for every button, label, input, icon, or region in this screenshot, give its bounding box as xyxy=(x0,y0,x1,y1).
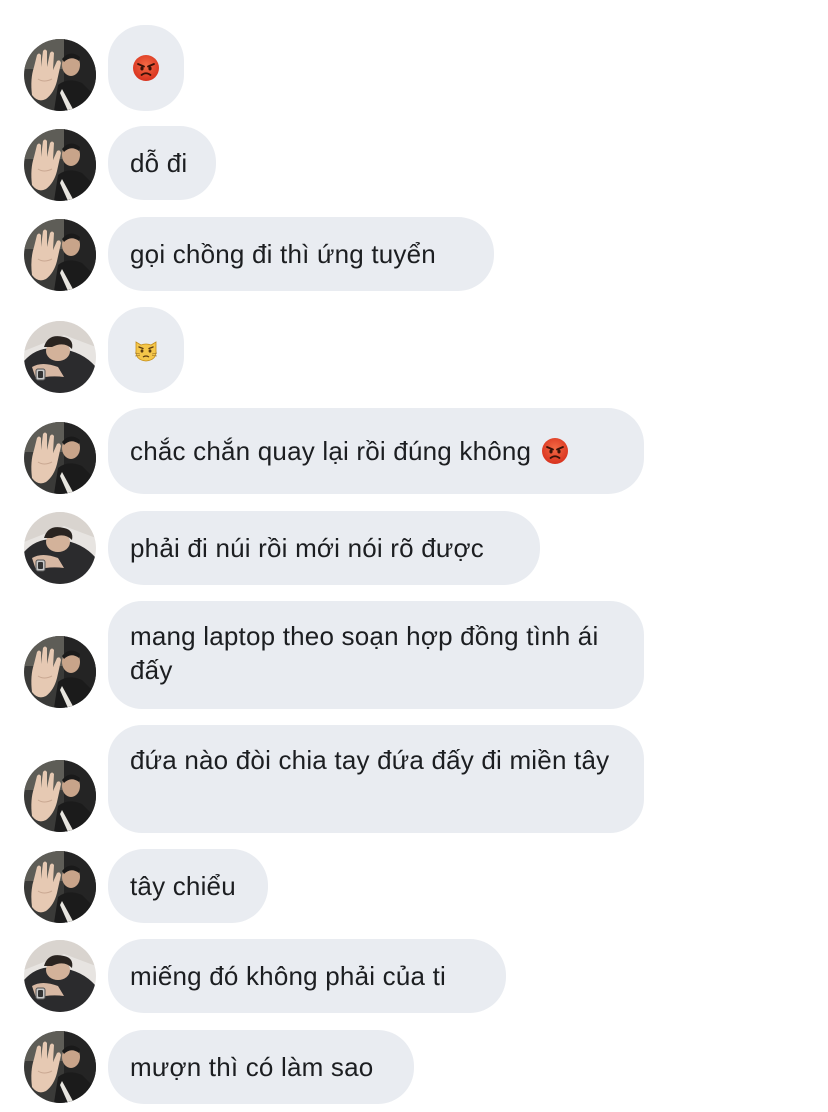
message-text: mượn thì có làm sao xyxy=(130,1052,374,1082)
message-bubble[interactable]: miếng đó không phải của ti xyxy=(108,939,506,1013)
message-text: gọi chồng đi thì ứng tuyển xyxy=(130,239,436,269)
message-text: tây chiểu xyxy=(130,871,236,901)
avatar-hand-raised-icon[interactable] xyxy=(24,1031,96,1103)
message-bubble[interactable]: chắc chắn quay lại rồi đúng không xyxy=(108,408,644,494)
message-bubble[interactable]: tây chiểu xyxy=(108,849,268,923)
message-text: chắc chắn quay lại rồi đúng không xyxy=(130,436,532,466)
avatar-leaning-man-icon[interactable] xyxy=(24,940,96,1012)
message-text: phải đi núi rồi mới nói rõ được xyxy=(130,533,484,563)
message-bubble[interactable] xyxy=(108,307,184,393)
message-thread: dỗ đi gọi chồng đi thì ứng tuyển chắc ch… xyxy=(0,0,828,1112)
message-bubble[interactable] xyxy=(108,25,184,111)
avatar-hand-raised-icon[interactable] xyxy=(24,39,96,111)
message-text: đứa nào đòi chia tay đứa đấy đi miền tây xyxy=(130,745,610,775)
message-bubble[interactable]: mượn thì có làm sao xyxy=(108,1030,414,1104)
avatar-hand-raised-icon[interactable] xyxy=(24,422,96,494)
message-bubble[interactable]: mang laptop theo soạn hợp đồng tình ái đ… xyxy=(108,601,644,709)
message-text: mang laptop theo soạn hợp đồng tình ái đ… xyxy=(130,621,599,685)
message-text: miếng đó không phải của ti xyxy=(130,961,446,991)
avatar-hand-raised-icon[interactable] xyxy=(24,760,96,832)
avatar-hand-raised-icon[interactable] xyxy=(24,219,96,291)
avatar-hand-raised-icon[interactable] xyxy=(24,851,96,923)
angry-face-icon xyxy=(132,54,160,82)
message-bubble[interactable]: phải đi núi rồi mới nói rõ được xyxy=(108,511,540,585)
angry-face-icon xyxy=(541,437,569,465)
avatar-hand-raised-icon[interactable] xyxy=(24,636,96,708)
avatar-leaning-man-icon[interactable] xyxy=(24,321,96,393)
pouting-cat-icon xyxy=(132,336,160,364)
message-bubble[interactable]: đứa nào đòi chia tay đứa đấy đi miền tây xyxy=(108,725,644,833)
avatar-hand-raised-icon[interactable] xyxy=(24,129,96,201)
avatar-leaning-man-icon[interactable] xyxy=(24,512,96,584)
message-text: dỗ đi xyxy=(130,148,188,178)
message-bubble[interactable]: gọi chồng đi thì ứng tuyển xyxy=(108,217,494,291)
message-bubble[interactable]: dỗ đi xyxy=(108,126,216,200)
